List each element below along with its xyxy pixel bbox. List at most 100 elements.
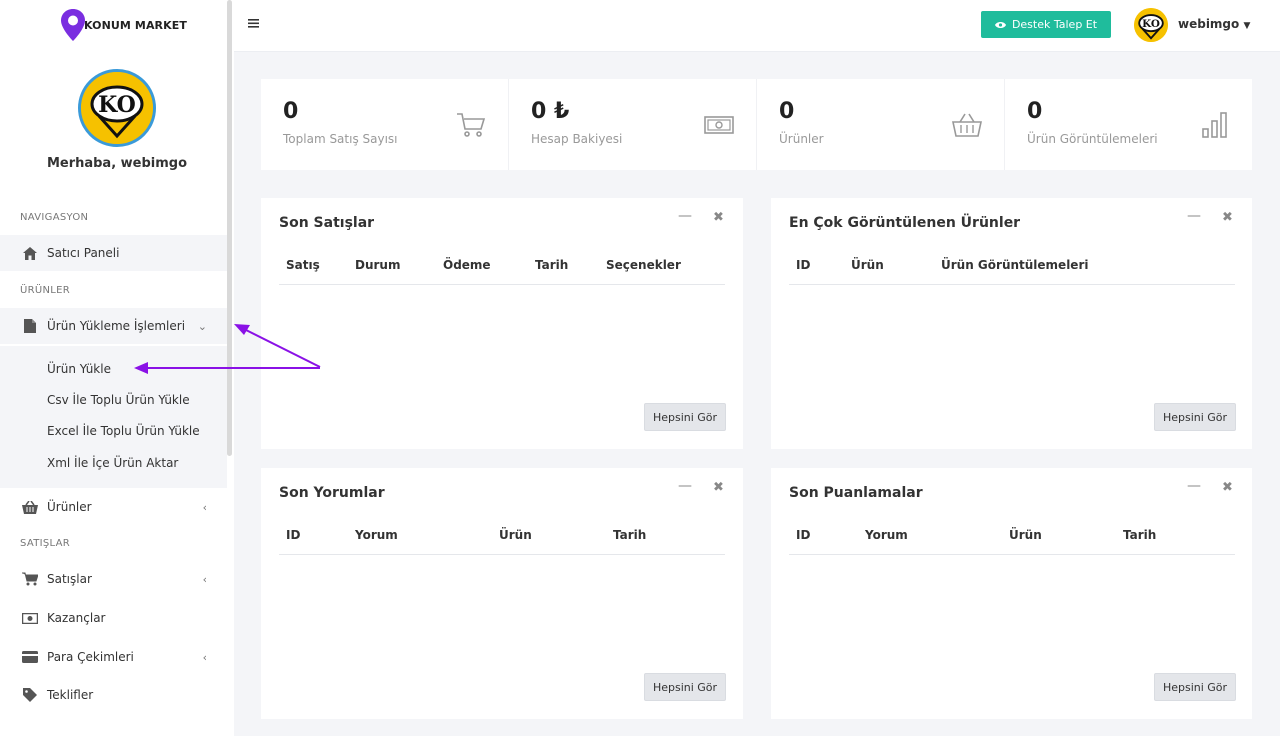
stat-total-sales: 0 Toplam Satış Sayısı bbox=[261, 79, 509, 170]
stat-value: 0 bbox=[283, 99, 299, 124]
column-header: Seçenekler bbox=[606, 258, 681, 272]
card-title: Son Satışlar bbox=[279, 215, 375, 231]
card-latest-sales: Son Satışlar — ✖ Satış Durum Ödeme Tarih… bbox=[261, 198, 743, 449]
column-header: Ödeme bbox=[443, 258, 491, 272]
hamburger-menu-icon[interactable] bbox=[248, 17, 260, 29]
greeting: Merhaba, webimgo bbox=[46, 156, 188, 171]
sidebar-item-withdrawals[interactable]: Para Çekimleri ‹ bbox=[0, 639, 227, 675]
svg-text:KO: KO bbox=[1142, 18, 1160, 30]
column-header: ID bbox=[796, 528, 811, 542]
cart-icon bbox=[22, 571, 38, 587]
money-icon bbox=[22, 610, 38, 626]
basket-icon bbox=[952, 113, 982, 137]
money-icon bbox=[704, 116, 734, 134]
see-all-button[interactable]: Hepsini Gör bbox=[644, 403, 726, 431]
column-header: Ürün bbox=[851, 258, 884, 272]
cart-icon bbox=[457, 113, 486, 137]
chevron-left-icon: ‹ bbox=[202, 650, 207, 664]
chevron-down-icon: ⌄ bbox=[197, 319, 207, 333]
username: webimgo bbox=[1178, 17, 1240, 31]
submenu-item-xml-import[interactable]: Xml İle İçe Ürün Aktar bbox=[47, 456, 178, 470]
user-menu[interactable]: webimgo ▼ bbox=[1178, 17, 1250, 31]
sidebar: KONUM MARKET KO Merhaba, webimgo NAVIGAS… bbox=[0, 0, 234, 736]
chevron-left-icon: ‹ bbox=[202, 500, 207, 514]
home-icon bbox=[22, 245, 38, 261]
see-all-button[interactable]: Hepsini Gör bbox=[1154, 673, 1236, 701]
column-header: ID bbox=[796, 258, 811, 272]
table-header: ID Yorum Ürün Tarih bbox=[279, 528, 725, 555]
column-header: Durum bbox=[355, 258, 401, 272]
sidebar-item-label: Para Çekimleri bbox=[47, 650, 134, 664]
table-header: ID Ürün Ürün Görüntülemeleri bbox=[789, 258, 1235, 285]
chevron-left-icon: ‹ bbox=[202, 572, 207, 586]
see-all-button[interactable]: Hepsini Gör bbox=[1154, 403, 1236, 431]
sidebar-item-label: Kazançlar bbox=[47, 611, 106, 625]
submenu-item-excel-upload[interactable]: Excel İle Toplu Ürün Yükle bbox=[47, 424, 200, 438]
caret-down-icon: ▼ bbox=[1243, 21, 1251, 31]
sidebar-item-label: Teklifler bbox=[47, 688, 94, 702]
stat-value: 0 bbox=[779, 99, 795, 124]
column-header: Yorum bbox=[865, 528, 908, 542]
minimize-icon[interactable]: — bbox=[1187, 478, 1201, 494]
stat-product-views: 0 Ürün Görüntülemeleri bbox=[1005, 79, 1252, 170]
table-header: ID Yorum Ürün Tarih bbox=[789, 528, 1235, 555]
stat-label: Toplam Satış Sayısı bbox=[283, 132, 398, 146]
sidebar-item-label: Satıcı Paneli bbox=[47, 246, 120, 260]
sidebar-item-dashboard[interactable]: Satıcı Paneli bbox=[0, 235, 227, 271]
stat-label: Hesap Bakiyesi bbox=[531, 132, 623, 146]
svg-text:KO: KO bbox=[98, 92, 136, 118]
stat-balance: 0 ₺ Hesap Bakiyesi bbox=[509, 79, 757, 170]
column-header: Yorum bbox=[355, 528, 398, 542]
section-products: ÜRÜNLER bbox=[20, 285, 71, 296]
close-icon[interactable]: ✖ bbox=[713, 210, 724, 225]
minimize-icon[interactable]: — bbox=[1187, 208, 1201, 224]
logo[interactable]: KONUM MARKET bbox=[60, 8, 187, 42]
minimize-icon[interactable]: — bbox=[678, 208, 692, 224]
eye-icon bbox=[994, 21, 1006, 28]
sidebar-item-offers[interactable]: Teklifler bbox=[0, 677, 227, 713]
sidebar-item-label: Ürünler bbox=[47, 500, 92, 514]
column-header: Tarih bbox=[1123, 528, 1157, 542]
user-avatar[interactable]: KO bbox=[1134, 8, 1168, 42]
stats-bar: 0 Toplam Satış Sayısı 0 ₺ Hesap Bakiyesi… bbox=[261, 79, 1252, 170]
bar-chart-icon bbox=[1202, 112, 1227, 138]
column-header: Ürün Görüntülemeleri bbox=[941, 258, 1089, 272]
sidebar-item-products[interactable]: Ürünler ‹ bbox=[0, 489, 227, 525]
ko-logo-icon: KO bbox=[81, 72, 153, 144]
ko-logo-icon: KO bbox=[1134, 8, 1168, 42]
sidebar-item-sales[interactable]: Satışlar ‹ bbox=[0, 561, 227, 597]
close-icon[interactable]: ✖ bbox=[1222, 480, 1233, 495]
sidebar-scrollbar[interactable] bbox=[227, 0, 232, 456]
location-pin-logo-icon bbox=[61, 9, 85, 41]
card-latest-ratings: Son Puanlamalar — ✖ ID Yorum Ürün Tarih … bbox=[771, 468, 1252, 719]
sidebar-item-upload-operations[interactable]: Ürün Yükleme İşlemleri ⌄ bbox=[0, 308, 227, 344]
stat-value: 0 ₺ bbox=[531, 99, 570, 124]
card-title: Son Yorumlar bbox=[279, 485, 385, 501]
minimize-icon[interactable]: — bbox=[678, 478, 692, 494]
stat-products: 0 Ürünler bbox=[757, 79, 1005, 170]
close-icon[interactable]: ✖ bbox=[1222, 210, 1233, 225]
tag-icon bbox=[22, 687, 38, 703]
column-header: Tarih bbox=[535, 258, 569, 272]
column-header: Ürün bbox=[1009, 528, 1042, 542]
submenu-item-csv-upload[interactable]: Csv İle Toplu Ürün Yükle bbox=[47, 393, 190, 407]
column-header: Tarih bbox=[613, 528, 647, 542]
submenu-item-upload-product[interactable]: Ürün Yükle bbox=[47, 362, 111, 376]
support-request-label: Destek Talep Et bbox=[1011, 18, 1098, 31]
column-header: Ürün bbox=[499, 528, 532, 542]
credit-card-icon bbox=[22, 649, 38, 665]
see-all-button[interactable]: Hepsini Gör bbox=[644, 673, 726, 701]
close-icon[interactable]: ✖ bbox=[713, 480, 724, 495]
sidebar-item-earnings[interactable]: Kazançlar bbox=[0, 600, 227, 636]
topbar: Destek Talep Et KO webimgo ▼ bbox=[234, 0, 1280, 52]
profile-avatar[interactable]: KO bbox=[78, 69, 156, 147]
card-title: En Çok Görüntülenen Ürünler bbox=[789, 215, 1021, 231]
file-icon bbox=[22, 318, 38, 334]
card-most-viewed-products: En Çok Görüntülenen Ürünler — ✖ ID Ürün … bbox=[771, 198, 1252, 449]
card-latest-reviews: Son Yorumlar — ✖ ID Yorum Ürün Tarih Hep… bbox=[261, 468, 743, 719]
support-request-button[interactable]: Destek Talep Et bbox=[981, 11, 1111, 38]
sidebar-item-label: Satışlar bbox=[47, 572, 92, 586]
section-navigation: NAVIGASYON bbox=[20, 212, 89, 223]
logo-text: KONUM MARKET bbox=[84, 18, 187, 32]
table-header: Satış Durum Ödeme Tarih Seçenekler bbox=[279, 258, 725, 285]
